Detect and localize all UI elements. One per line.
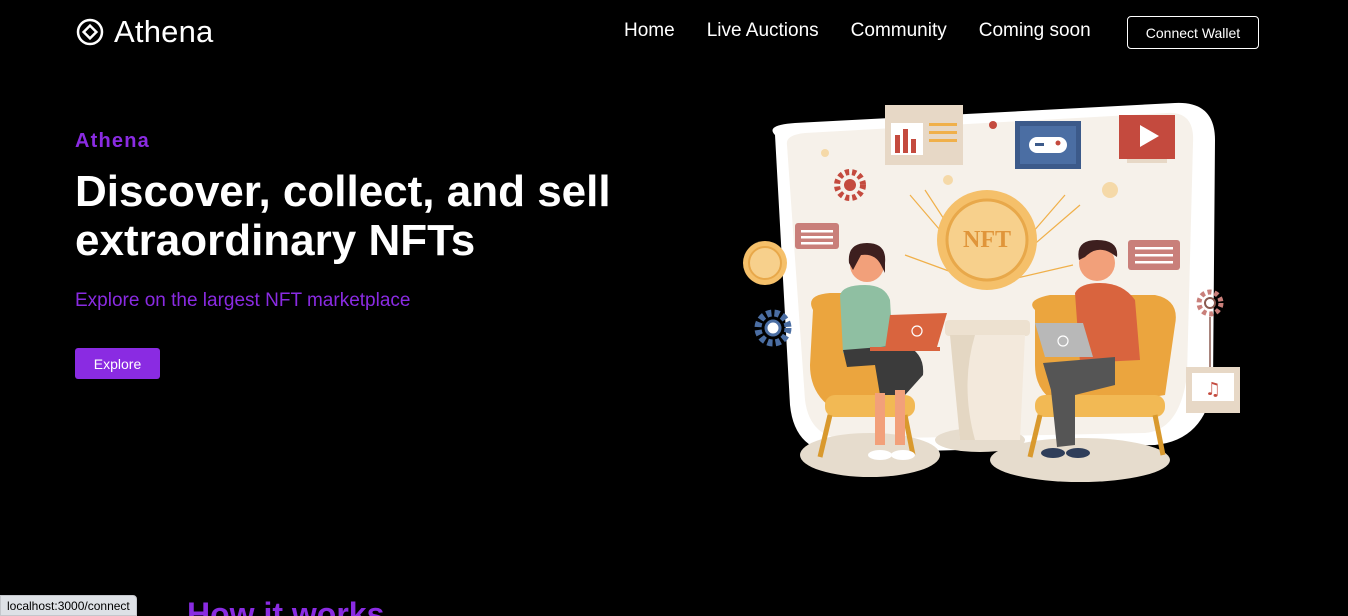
chat-bubble-icon: [795, 223, 839, 249]
top-nav: Athena Home Live Auctions Community Comi…: [0, 0, 1348, 64]
logo-icon: [76, 18, 104, 46]
nav-link-live-auctions[interactable]: Live Auctions: [707, 20, 819, 42]
nft-coin: NFT: [937, 190, 1037, 290]
hero-subline: Explore on the largest NFT marketplace: [75, 290, 411, 311]
gamepad-icon: [1015, 121, 1081, 169]
nav-links: Home Live Auctions Community Coming soon: [624, 20, 1123, 42]
nav-link-community[interactable]: Community: [851, 20, 947, 42]
explore-button[interactable]: Explore: [75, 348, 160, 379]
hero-illustration: NFT ♫: [743, 102, 1240, 482]
brand[interactable]: Athena: [76, 14, 213, 50]
nav-link-home[interactable]: Home: [624, 20, 675, 42]
svg-text:♫: ♫: [1205, 379, 1221, 400]
svg-text:NFT: NFT: [963, 227, 1011, 253]
bar-chart-icon: [885, 105, 963, 165]
brand-name: Athena: [114, 14, 214, 49]
coin-icon: [743, 241, 787, 285]
hero-section: Athena Discover, collect, and sell extra…: [75, 130, 635, 379]
hero-headline: Discover, collect, and sell extraordinar…: [75, 167, 611, 265]
hero-eyebrow: Athena: [75, 130, 150, 152]
connect-wallet-button[interactable]: Connect Wallet: [1127, 16, 1259, 49]
nav-link-coming-soon[interactable]: Coming soon: [979, 20, 1091, 42]
play-icon: [1119, 115, 1175, 163]
section-title-how-it-works: How it works: [187, 596, 385, 616]
browser-status-bar: localhost:3000/connect: [0, 595, 137, 616]
